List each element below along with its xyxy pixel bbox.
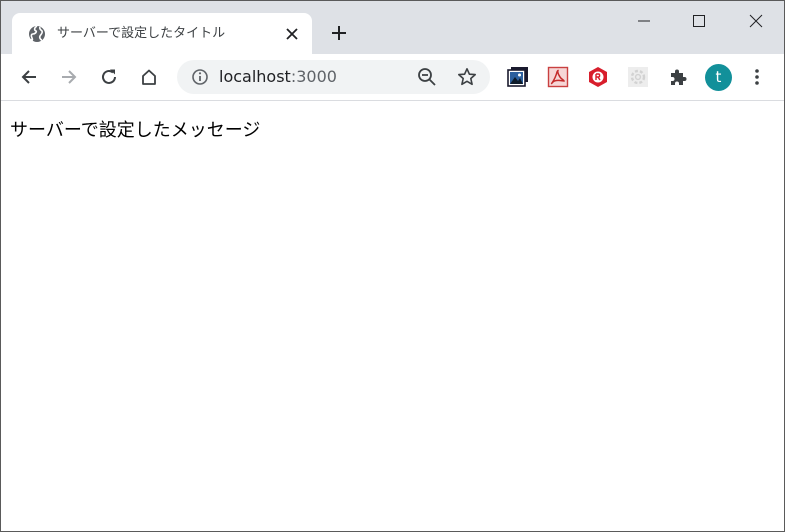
maximize-icon [693,15,705,27]
gear-icon [628,67,648,87]
page-message: サーバーで設定したメッセージ [10,120,261,141]
browser-window: サーバーで設定したタイトル localhost:3000 t サーバーで設定した… [0,0,785,532]
minimize-icon [638,20,650,22]
extension-red-r-button[interactable] [587,66,609,88]
tab-close-button[interactable] [282,24,302,44]
forward-button[interactable] [56,64,82,90]
plus-icon [332,26,346,40]
zoom-out-icon[interactable] [417,67,437,87]
close-window-button[interactable] [742,7,770,35]
minimize-button[interactable] [630,7,658,35]
puzzle-icon [671,69,687,85]
url-port: :3000 [290,67,337,86]
extensions-button[interactable] [667,66,689,88]
maximize-button[interactable] [685,7,713,35]
url-host: localhost [219,67,291,86]
arrow-right-icon [62,70,77,84]
home-icon [142,69,156,85]
red-r-logo-icon [589,67,607,87]
tab-strip: サーバーで設定したタイトル [1,1,784,54]
star-icon[interactable] [457,67,477,87]
address-bar[interactable]: localhost:3000 [177,60,490,94]
extension-image-button[interactable] [507,66,529,88]
pdf-icon [547,66,569,88]
close-icon [749,14,763,28]
arrow-left-icon [21,70,36,84]
extension-pdf-button[interactable] [547,66,569,88]
tab-title: サーバーで設定したタイトル [57,26,226,41]
url-text[interactable]: localhost:3000 [219,67,337,87]
new-tab-button[interactable] [327,21,351,45]
reload-icon [102,69,116,84]
home-button[interactable] [136,64,162,90]
back-button[interactable] [16,64,42,90]
reload-button[interactable] [96,64,122,90]
info-icon[interactable] [191,68,209,86]
globe-icon [29,25,45,42]
image-gallery-icon [507,67,528,87]
page-content: サーバーで設定したメッセージ [1,101,784,531]
profile-avatar[interactable]: t [705,64,732,91]
browser-menu-button[interactable] [747,66,767,88]
toolbar: localhost:3000 t [1,54,784,101]
more-vertical-icon [755,69,759,85]
close-icon [286,28,298,40]
extension-gear-button[interactable] [627,66,649,88]
tab-active[interactable]: サーバーで設定したタイトル [12,13,312,54]
